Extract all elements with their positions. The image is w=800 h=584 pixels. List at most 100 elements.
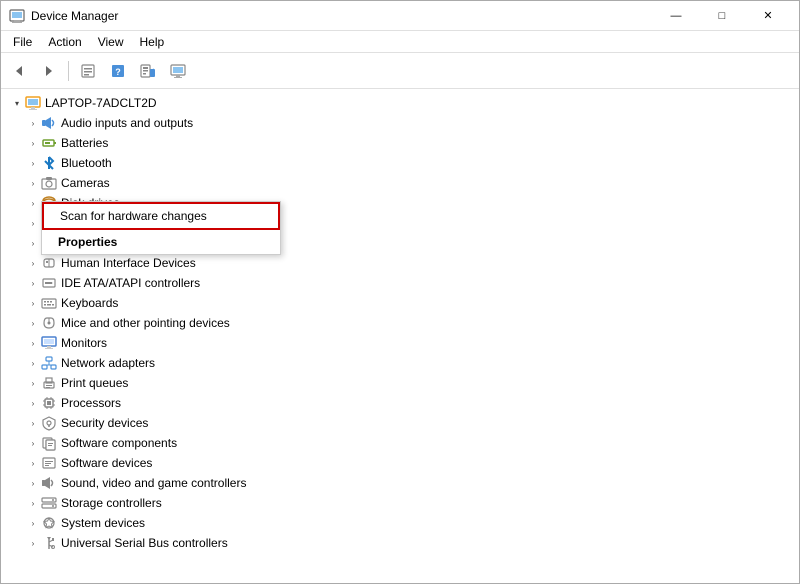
forward-icon [42, 64, 56, 78]
network-label: Network adapters [61, 356, 155, 370]
softwarecomp-icon [41, 435, 57, 451]
tree-item-bluetooth[interactable]: › Bluetooth [1, 153, 799, 173]
menu-file[interactable]: File [5, 33, 40, 51]
properties-icon [80, 63, 96, 79]
properties-label: Properties [58, 235, 117, 249]
storage-icon [41, 495, 57, 511]
tree-item-processors[interactable]: › Processors [1, 393, 799, 413]
scan-icon [140, 63, 156, 79]
tree-item-audio[interactable]: › Audio inputs and outputs [1, 113, 799, 133]
context-properties[interactable]: Properties [42, 230, 280, 254]
sound-arrow: › [25, 475, 41, 491]
toolbar-scan-button[interactable] [134, 58, 162, 84]
content-area: ▾ LAPTOP-7ADCLT2D › Audio inputs and out… [1, 89, 799, 583]
toolbar: ? [1, 53, 799, 89]
toolbar-back-button[interactable] [5, 58, 33, 84]
storage-arrow: › [25, 495, 41, 511]
window-icon [9, 8, 25, 24]
tree-item-cameras[interactable]: › Cameras [1, 173, 799, 193]
ide-label: IDE ATA/ATAPI controllers [61, 276, 200, 290]
hid-arrow: › [25, 255, 41, 271]
hid-icon [41, 255, 57, 271]
toolbar-display-button[interactable] [164, 58, 192, 84]
tree-item-softwarecomp[interactable]: › Software components [1, 433, 799, 453]
toolbar-update-driver-button[interactable]: ? [104, 58, 132, 84]
tree-item-sound[interactable]: › Sound, video and game controllers [1, 473, 799, 493]
device-tree: ▾ LAPTOP-7ADCLT2D › Audio inputs and out… [1, 89, 799, 583]
usb-icon [41, 535, 57, 551]
tree-item-network[interactable]: › Network adapters [1, 353, 799, 373]
device-manager-window: Device Manager — □ ✕ File Action View He… [0, 0, 800, 584]
mice-label: Mice and other pointing devices [61, 316, 230, 330]
menu-help[interactable]: Help [132, 33, 173, 51]
mice-arrow: › [25, 315, 41, 331]
window-title: Device Manager [31, 9, 118, 23]
security-arrow: › [25, 415, 41, 431]
toolbar-properties-button[interactable] [74, 58, 102, 84]
security-label: Security devices [61, 416, 148, 430]
minimize-button[interactable]: — [653, 1, 699, 31]
bluetooth-icon [41, 155, 57, 171]
audio-icon [41, 115, 57, 131]
sound-icon [41, 475, 57, 491]
usb-label: Universal Serial Bus controllers [61, 536, 228, 550]
print-arrow: › [25, 375, 41, 391]
tree-item-system[interactable]: › System devices [1, 513, 799, 533]
menu-view[interactable]: View [90, 33, 132, 51]
security-icon [41, 415, 57, 431]
usb-arrow: › [25, 535, 41, 551]
close-button[interactable]: ✕ [745, 1, 791, 31]
keyboards-icon [41, 295, 57, 311]
ide-arrow: › [25, 275, 41, 291]
tree-item-hid[interactable]: › Human Interface Devices [1, 253, 799, 273]
hid-label: Human Interface Devices [61, 256, 196, 270]
cameras-icon [41, 175, 57, 191]
tree-item-print[interactable]: › Print queues [1, 373, 799, 393]
back-icon [12, 64, 26, 78]
system-arrow: › [25, 515, 41, 531]
softwarecomp-arrow: › [25, 435, 41, 451]
tree-item-batteries[interactable]: › Batteries [1, 133, 799, 153]
scan-hardware-label: Scan for hardware changes [60, 209, 207, 223]
tree-item-softwaredev[interactable]: › Software devices [1, 453, 799, 473]
processors-label: Processors [61, 396, 121, 410]
firmware-arrow: › [25, 235, 41, 251]
tree-item-usb[interactable]: › Universal Serial Bus controllers [1, 533, 799, 553]
network-arrow: › [25, 355, 41, 371]
tree-item-mice[interactable]: › Mice and other pointing devices [1, 313, 799, 333]
monitors-arrow: › [25, 335, 41, 351]
system-icon [41, 515, 57, 531]
context-scan-hardware[interactable]: Scan for hardware changes [42, 202, 280, 230]
maximize-button[interactable]: □ [699, 1, 745, 31]
softwaredev-icon [41, 455, 57, 471]
context-menu: Scan for hardware changes Properties [41, 201, 281, 255]
update-icon: ? [110, 63, 126, 79]
bluetooth-label: Bluetooth [61, 156, 112, 170]
cameras-label: Cameras [61, 176, 110, 190]
tree-item-ide[interactable]: › IDE ATA/ATAPI controllers [1, 273, 799, 293]
toolbar-forward-button[interactable] [35, 58, 63, 84]
processors-icon [41, 395, 57, 411]
monitors-label: Monitors [61, 336, 107, 350]
tree-root[interactable]: ▾ LAPTOP-7ADCLT2D [1, 93, 799, 113]
menu-bar: File Action View Help [1, 31, 799, 53]
menu-action[interactable]: Action [40, 33, 89, 51]
disk-arrow: › [25, 195, 41, 211]
batteries-arrow: › [25, 135, 41, 151]
keyboards-label: Keyboards [61, 296, 118, 310]
tree-item-storage[interactable]: › Storage controllers [1, 493, 799, 513]
bluetooth-arrow: › [25, 155, 41, 171]
system-label: System devices [61, 516, 145, 530]
cameras-arrow: › [25, 175, 41, 191]
ide-icon [41, 275, 57, 291]
tree-item-security[interactable]: › Security devices [1, 413, 799, 433]
softwarecomp-label: Software components [61, 436, 177, 450]
softwaredev-arrow: › [25, 455, 41, 471]
monitors-icon [41, 335, 57, 351]
toolbar-separator-1 [68, 61, 69, 81]
tree-item-monitors[interactable]: › Monitors [1, 333, 799, 353]
window-controls: — □ ✕ [653, 1, 791, 31]
mice-icon [41, 315, 57, 331]
softwaredev-label: Software devices [61, 456, 152, 470]
tree-item-keyboards[interactable]: › Keyboards [1, 293, 799, 313]
